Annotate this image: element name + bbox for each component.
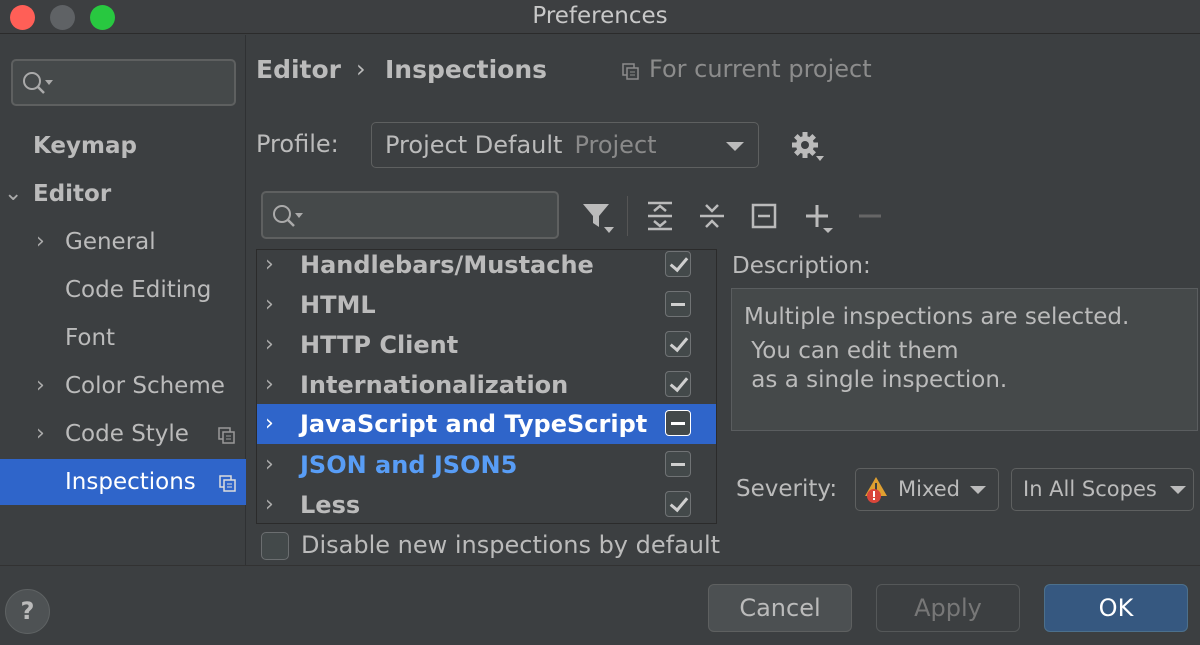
tree-row-selected[interactable]: › JavaScript and TypeScript <box>257 404 716 444</box>
sidebar-item-code-style[interactable]: › Code Style <box>0 411 246 457</box>
cancel-button[interactable]: Cancel <box>708 584 852 632</box>
chevron-right-icon[interactable]: › <box>265 365 274 405</box>
enable-checkbox[interactable] <box>665 371 691 397</box>
inspection-search-input[interactable] <box>261 191 559 239</box>
tree-row[interactable]: › JSON and JSON5 <box>257 445 716 485</box>
description-line: You can edit them <box>744 338 959 364</box>
description-panel: Multiple inspections are selected. You c… <box>731 288 1198 431</box>
ok-button[interactable]: OK <box>1044 584 1188 632</box>
gear-icon[interactable] <box>790 130 826 164</box>
severity-dropdown[interactable]: Mixed <box>855 468 999 511</box>
profile-label: Profile: <box>256 130 339 158</box>
tree-row[interactable]: › HTML <box>257 285 716 325</box>
tree-row[interactable]: › Handlebars/Mustache <box>257 250 716 285</box>
profile-sub: Project <box>574 131 657 159</box>
page-title: Inspections <box>385 55 548 84</box>
chevron-right-icon[interactable]: › <box>265 285 274 325</box>
enable-checkbox[interactable] <box>665 451 691 477</box>
disable-new-inspections-label[interactable]: Disable new inspections by default <box>301 531 720 559</box>
add-icon[interactable] <box>803 200 839 236</box>
title-bar: Preferences <box>0 0 1200 34</box>
dropdown-arrow-icon <box>1170 486 1186 494</box>
sidebar-item-inspections[interactable]: Inspections <box>0 459 246 505</box>
profile-dropdown[interactable]: Project Default Project <box>371 122 759 168</box>
tree-row[interactable]: › Internationalization <box>257 365 716 405</box>
chevron-right-icon[interactable]: › <box>36 411 45 457</box>
filter-icon[interactable] <box>580 200 616 236</box>
description-line: Multiple inspections are selected. <box>744 304 1130 330</box>
enable-checkbox[interactable] <box>665 291 691 317</box>
settings-sidebar: Keymap ⌄ Editor › General Code Editing F… <box>0 35 246 565</box>
apply-button[interactable]: Apply <box>876 584 1020 632</box>
inspection-tree: › Handlebars/Mustache › HTML › HTTP Clie… <box>256 249 717 524</box>
chevron-right-icon[interactable]: › <box>265 445 274 485</box>
window-title: Preferences <box>532 3 668 29</box>
chevron-right-icon[interactable]: › <box>265 250 274 285</box>
tree-row[interactable]: › Less <box>257 485 716 523</box>
scope-value: In All Scopes <box>1023 477 1157 501</box>
sidebar-item-color-scheme[interactable]: › Color Scheme <box>0 363 246 409</box>
enable-checkbox[interactable] <box>665 331 691 357</box>
enable-checkbox[interactable] <box>665 491 691 517</box>
project-scope-icon <box>622 63 639 80</box>
enable-checkbox[interactable] <box>665 410 691 436</box>
sidebar-item-editor[interactable]: ⌄ Editor <box>0 171 246 217</box>
sidebar-item-keymap[interactable]: Keymap <box>0 123 246 169</box>
breadcrumb-editor[interactable]: Editor <box>256 55 341 84</box>
severity-value: Mixed <box>898 477 960 501</box>
chevron-right-icon[interactable]: › <box>265 485 274 523</box>
chevron-down-icon[interactable]: ⌄ <box>4 171 22 217</box>
search-icon <box>23 72 53 94</box>
search-icon <box>273 205 303 227</box>
severity-label: Severity: <box>736 476 838 502</box>
breadcrumb-separator: › <box>356 55 366 83</box>
chevron-right-icon[interactable]: › <box>265 404 274 444</box>
chevron-right-icon[interactable]: › <box>36 219 45 265</box>
expand-all-icon[interactable] <box>645 200 675 232</box>
reset-to-empty-icon[interactable] <box>750 200 780 232</box>
mixed-severity-icon <box>865 477 887 503</box>
description-label: Description: <box>732 253 871 279</box>
sidebar-item-font[interactable]: Font <box>0 315 246 361</box>
project-scope-icon <box>218 427 235 444</box>
chevron-right-icon[interactable]: › <box>36 363 45 409</box>
remove-icon <box>859 214 881 218</box>
sidebar-item-general[interactable]: › General <box>0 219 246 265</box>
profile-value: Project Default <box>385 131 563 159</box>
dropdown-arrow-icon <box>970 486 986 494</box>
dropdown-arrow-icon <box>726 142 744 151</box>
enable-checkbox[interactable] <box>665 251 691 277</box>
project-scope-note: For current project <box>622 55 872 83</box>
disable-new-inspections-checkbox[interactable] <box>261 532 289 560</box>
collapse-all-icon[interactable] <box>697 200 727 232</box>
project-scope-icon <box>219 475 236 492</box>
scope-dropdown[interactable]: In All Scopes <box>1011 468 1194 511</box>
sidebar-search-input[interactable] <box>11 59 236 106</box>
sidebar-item-code-editing[interactable]: Code Editing <box>0 267 246 313</box>
tree-row[interactable]: › HTTP Client <box>257 325 716 365</box>
toolbar-separator <box>627 196 628 236</box>
help-button[interactable]: ? <box>5 589 50 634</box>
description-line: as a single inspection. <box>744 367 1008 393</box>
footer-divider <box>0 565 1200 566</box>
chevron-right-icon[interactable]: › <box>265 325 274 365</box>
